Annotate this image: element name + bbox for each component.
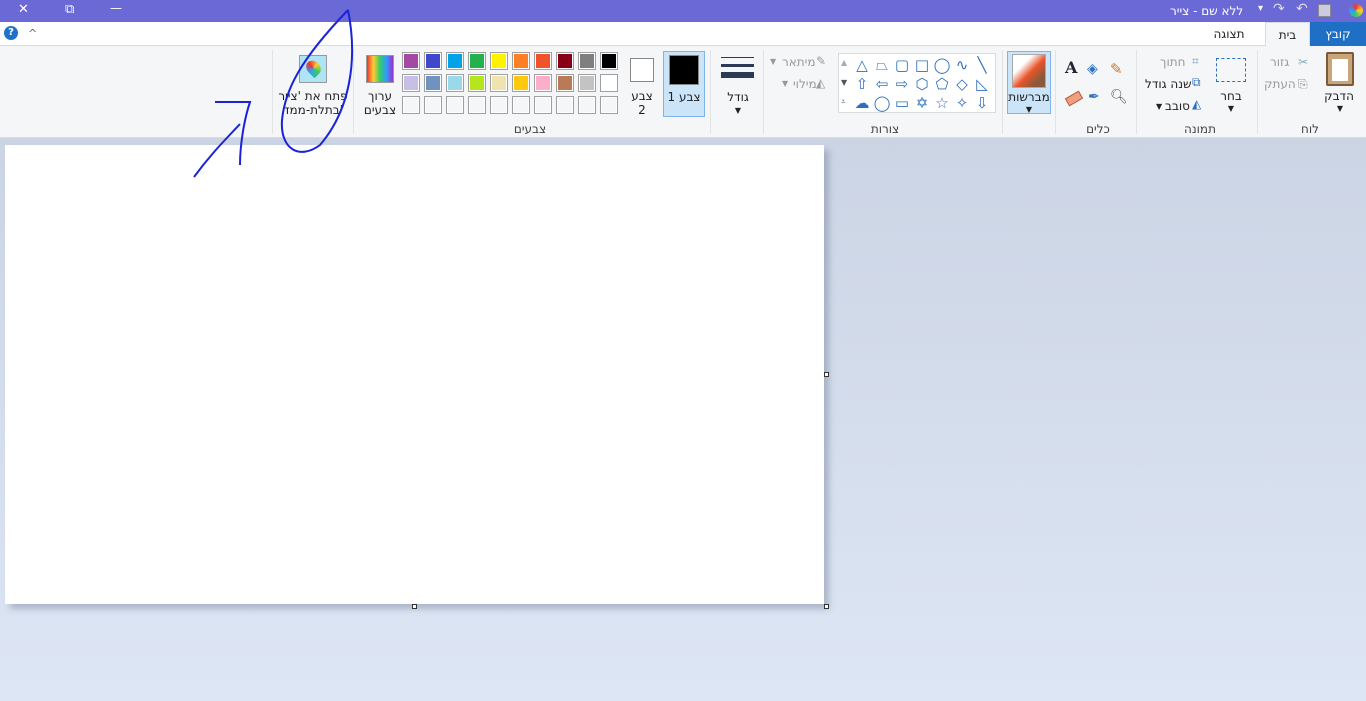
circle-annotation xyxy=(280,9,354,153)
arrow-annotation xyxy=(193,101,252,178)
pen-annotation xyxy=(193,9,354,178)
